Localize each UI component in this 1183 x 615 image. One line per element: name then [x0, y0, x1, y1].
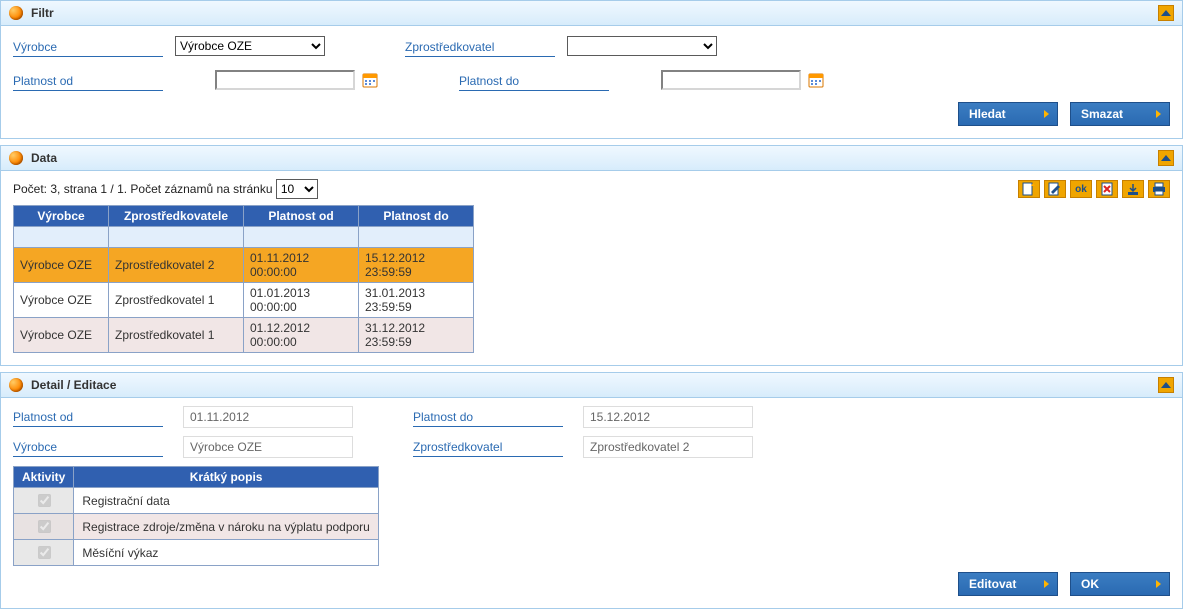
col-aktivity: Aktivity	[14, 467, 74, 488]
ok-button[interactable]: OK	[1070, 572, 1170, 596]
input-platnost-od[interactable]	[215, 70, 355, 90]
cell: Výrobce OZE	[14, 248, 109, 283]
panel-detail-title: Detail / Editace	[31, 378, 116, 392]
detail-label-platnost-od: Platnost od	[13, 406, 163, 427]
arrow-icon	[1044, 110, 1049, 118]
toolbar-delete-button[interactable]	[1096, 180, 1118, 198]
activity-checkbox[interactable]	[38, 520, 51, 533]
cell: Výrobce OZE	[14, 318, 109, 353]
activity-label: Měsíční výkaz	[74, 540, 379, 566]
toolbar-export-button[interactable]	[1122, 180, 1144, 198]
activity-row: Měsíční výkaz	[14, 540, 379, 566]
panel-data-title: Data	[31, 151, 57, 165]
col-platnost-od[interactable]: Platnost od	[244, 206, 359, 227]
panel-data-header: Data	[1, 146, 1182, 171]
cell: Výrobce OZE	[14, 283, 109, 318]
panel-detail-header: Detail / Editace	[1, 373, 1182, 398]
toolbar-ok-button[interactable]: ok	[1070, 180, 1092, 198]
activity-label: Registrační data	[74, 488, 379, 514]
table-row[interactable]: Výrobce OZE Zprostředkovatel 2 01.11.201…	[14, 248, 474, 283]
col-platnost-do[interactable]: Platnost do	[359, 206, 474, 227]
page-size-select[interactable]: 10	[276, 179, 318, 199]
arrow-icon	[1156, 580, 1161, 588]
detail-value-zprostredkovatel: Zprostředkovatel 2	[583, 436, 753, 458]
col-zprostredkovatele[interactable]: Zprostředkovatele	[109, 206, 244, 227]
label-vyrobce: Výrobce	[13, 36, 163, 57]
label-platnost-do: Platnost do	[459, 70, 609, 91]
filter-input-platnost-do[interactable]	[361, 229, 471, 245]
detail-value-platnost-od: 01.11.2012	[183, 406, 353, 428]
filter-input-vyrobce[interactable]	[16, 229, 106, 245]
select-zprostredkovatel[interactable]	[567, 36, 717, 56]
label-platnost-od: Platnost od	[13, 70, 163, 91]
toolbar-edit-button[interactable]	[1044, 180, 1066, 198]
activity-checkbox[interactable]	[38, 546, 51, 559]
ball-icon	[9, 378, 23, 392]
cell: 01.01.2013 00:00:00	[244, 283, 359, 318]
cell: Zprostředkovatel 1	[109, 318, 244, 353]
cell: 31.01.2013 23:59:59	[359, 283, 474, 318]
table-row[interactable]: Výrobce OZE Zprostředkovatel 1 01.01.201…	[14, 283, 474, 318]
record-count: Počet: 3, strana 1 / 1. Počet záznamů na…	[13, 179, 318, 199]
activity-row: Registrace zdroje/změna v nároku na výpl…	[14, 514, 379, 540]
filter-input-zprostredkovatele[interactable]	[111, 229, 241, 245]
ball-icon	[9, 151, 23, 165]
data-table: Výrobce Zprostředkovatele Platnost od Pl…	[13, 205, 474, 353]
detail-label-vyrobce: Výrobce	[13, 436, 163, 457]
arrow-icon	[1044, 580, 1049, 588]
editovat-label: Editovat	[969, 577, 1016, 591]
filter-input-platnost-od[interactable]	[246, 229, 356, 245]
panel-detail: Detail / Editace Platnost od 01.11.2012 …	[0, 372, 1183, 609]
cell: Zprostředkovatel 1	[109, 283, 244, 318]
detail-label-platnost-do: Platnost do	[413, 406, 563, 427]
toolbar-new-button[interactable]	[1018, 180, 1040, 198]
ball-icon	[9, 6, 23, 20]
hledat-label: Hledat	[969, 107, 1006, 121]
activities-table: Aktivity Krátký popis Registrační data R…	[13, 466, 379, 566]
smazat-label: Smazat	[1081, 107, 1123, 121]
collapse-button-detail[interactable]	[1158, 377, 1174, 393]
detail-label-zprostredkovatel: Zprostředkovatel	[413, 436, 563, 457]
calendar-icon[interactable]	[807, 71, 825, 89]
hledat-button[interactable]: Hledat	[958, 102, 1058, 126]
panel-filter-title: Filtr	[31, 6, 54, 20]
toolbar-ok-label: ok	[1075, 184, 1087, 195]
ok-label: OK	[1081, 577, 1099, 591]
toolbar-print-button[interactable]	[1148, 180, 1170, 198]
detail-value-platnost-do: 15.12.2012	[583, 406, 753, 428]
col-kratky-popis: Krátký popis	[74, 467, 379, 488]
editovat-button[interactable]: Editovat	[958, 572, 1058, 596]
detail-value-vyrobce: Výrobce OZE	[183, 436, 353, 458]
label-zprostredkovatel: Zprostředkovatel	[405, 36, 555, 57]
cell: 15.12.2012 23:59:59	[359, 248, 474, 283]
table-row[interactable]: Výrobce OZE Zprostředkovatel 1 01.12.201…	[14, 318, 474, 353]
cell: Zprostředkovatel 2	[109, 248, 244, 283]
collapse-button-data[interactable]	[1158, 150, 1174, 166]
panel-filter: Filtr Výrobce Výrobce OZE Zprostředkovat…	[0, 0, 1183, 139]
panel-data: Data Počet: 3, strana 1 / 1. Počet zázna…	[0, 145, 1183, 366]
smazat-button[interactable]: Smazat	[1070, 102, 1170, 126]
cell: 01.12.2012 00:00:00	[244, 318, 359, 353]
activity-label: Registrace zdroje/změna v nároku na výpl…	[74, 514, 379, 540]
panel-filter-header: Filtr	[1, 1, 1182, 26]
input-platnost-do[interactable]	[661, 70, 801, 90]
activity-checkbox[interactable]	[38, 494, 51, 507]
col-vyrobce[interactable]: Výrobce	[14, 206, 109, 227]
collapse-button-filter[interactable]	[1158, 5, 1174, 21]
calendar-icon[interactable]	[361, 71, 379, 89]
activity-row: Registrační data	[14, 488, 379, 514]
cell: 31.12.2012 23:59:59	[359, 318, 474, 353]
select-vyrobce[interactable]: Výrobce OZE	[175, 36, 325, 56]
cell: 01.11.2012 00:00:00	[244, 248, 359, 283]
arrow-icon	[1156, 110, 1161, 118]
